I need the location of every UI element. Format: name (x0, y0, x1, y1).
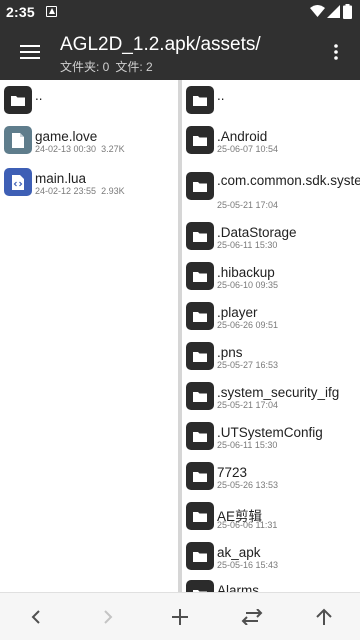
folder-date: 25-06-10 09:35 (217, 280, 279, 290)
folder-icon (186, 222, 214, 250)
add-button[interactable] (165, 602, 195, 632)
chevron-right-icon (104, 610, 113, 624)
folder-name: 7723 (217, 465, 248, 480)
folder-icon (186, 126, 214, 154)
file-name: game.love (35, 129, 98, 144)
parent-dir-label: .. (35, 88, 43, 103)
signal-icon (327, 5, 340, 18)
file-size: 2.93K (101, 186, 125, 196)
folder-name: .DataStorage (217, 225, 297, 240)
status-time: 2:35 (6, 4, 35, 20)
file-icon (4, 126, 32, 154)
folder-name: .Android (217, 129, 268, 144)
folder-icon (4, 86, 32, 114)
wifi-icon (310, 5, 325, 17)
forward-button[interactable] (93, 602, 123, 632)
folder-name: .UTSystemConfig (217, 425, 323, 440)
folder-date: 25-06-26 09:51 (217, 320, 279, 330)
folder-date: 25-06-11 15:30 (217, 440, 278, 450)
folder-icon (186, 342, 214, 370)
hamburger-menu-icon (20, 45, 40, 59)
chevron-left-icon (31, 610, 40, 624)
folder-icon (186, 542, 214, 570)
folder-date: 25-05-26 13:53 (217, 480, 279, 490)
folder-icon (186, 422, 214, 450)
file-name: main.lua (35, 171, 87, 186)
folder-icon (186, 86, 214, 114)
folder-date: 25-06-07 10:54 (217, 144, 279, 154)
folder-name: .pns (217, 345, 243, 360)
path-title: AGL2D_1.2.apk/assets/ (60, 34, 261, 55)
folder-icon (186, 462, 214, 490)
folder-date: 25-05-21 17:04 (217, 200, 279, 210)
status-bar: 2:35 (0, 0, 360, 24)
file-size: 3.27K (101, 144, 125, 154)
folder-icon (186, 502, 214, 530)
more-vert-icon (334, 44, 338, 60)
folder-name: .com.common.sdk.system (217, 173, 360, 188)
folder-date: 25-06-06 11:31 (217, 520, 278, 530)
folder-icon (186, 382, 214, 410)
back-button[interactable] (21, 602, 51, 632)
folder-count: 文件夹: 0 (60, 60, 110, 74)
folder-name: ak_apk (217, 545, 261, 560)
folder-date: 25-06-11 15:30 (217, 240, 278, 250)
folder-name: .player (217, 305, 258, 320)
app-bar: AGL2D_1.2.apk/assets/ 文件夹: 0 文件: 2 (0, 24, 360, 80)
parent-dir-label: .. (217, 88, 225, 103)
battery-icon (343, 4, 352, 19)
plus-icon (172, 609, 188, 625)
folder-date: 25-05-21 17:04 (217, 400, 279, 410)
right-file-pane[interactable]: .. .Android 25-06-07 10:54 .com.common.s… (182, 80, 360, 592)
path-subtitle: 文件夹: 0 文件: 2 (60, 58, 159, 75)
left-file-pane[interactable]: .. game.love 24-02-13 00:30 3.27K main.lu… (0, 80, 178, 592)
swap-horiz-icon (241, 609, 263, 625)
file-count: 文件: 2 (115, 60, 153, 74)
folder-name: .hibackup (217, 265, 275, 280)
go-up-button[interactable] (309, 602, 339, 632)
app-notification-icon (46, 6, 57, 17)
more-options-button[interactable] (322, 34, 350, 70)
folder-icon (186, 580, 214, 592)
folder-date: 25-05-16 15:43 (217, 560, 279, 570)
arrow-up-icon (316, 608, 332, 625)
folder-name: .system_security_ifg (217, 385, 340, 400)
swap-panes-button[interactable] (237, 602, 267, 632)
file-meta: 24-02-13 00:30 3.27K (35, 144, 130, 154)
code-file-icon (4, 168, 32, 196)
folder-icon (186, 262, 214, 290)
bottom-toolbar (0, 592, 360, 640)
file-meta: 24-02-12 23:55 2.93K (35, 186, 130, 196)
folder-name: Alarms (217, 583, 260, 592)
folder-icon (186, 172, 214, 200)
menu-button[interactable] (12, 34, 48, 70)
folder-date: 25-05-27 16:53 (217, 360, 279, 370)
file-date: 24-02-13 00:30 (35, 144, 97, 154)
folder-icon (186, 302, 214, 330)
file-date: 24-02-12 23:55 (35, 186, 97, 196)
